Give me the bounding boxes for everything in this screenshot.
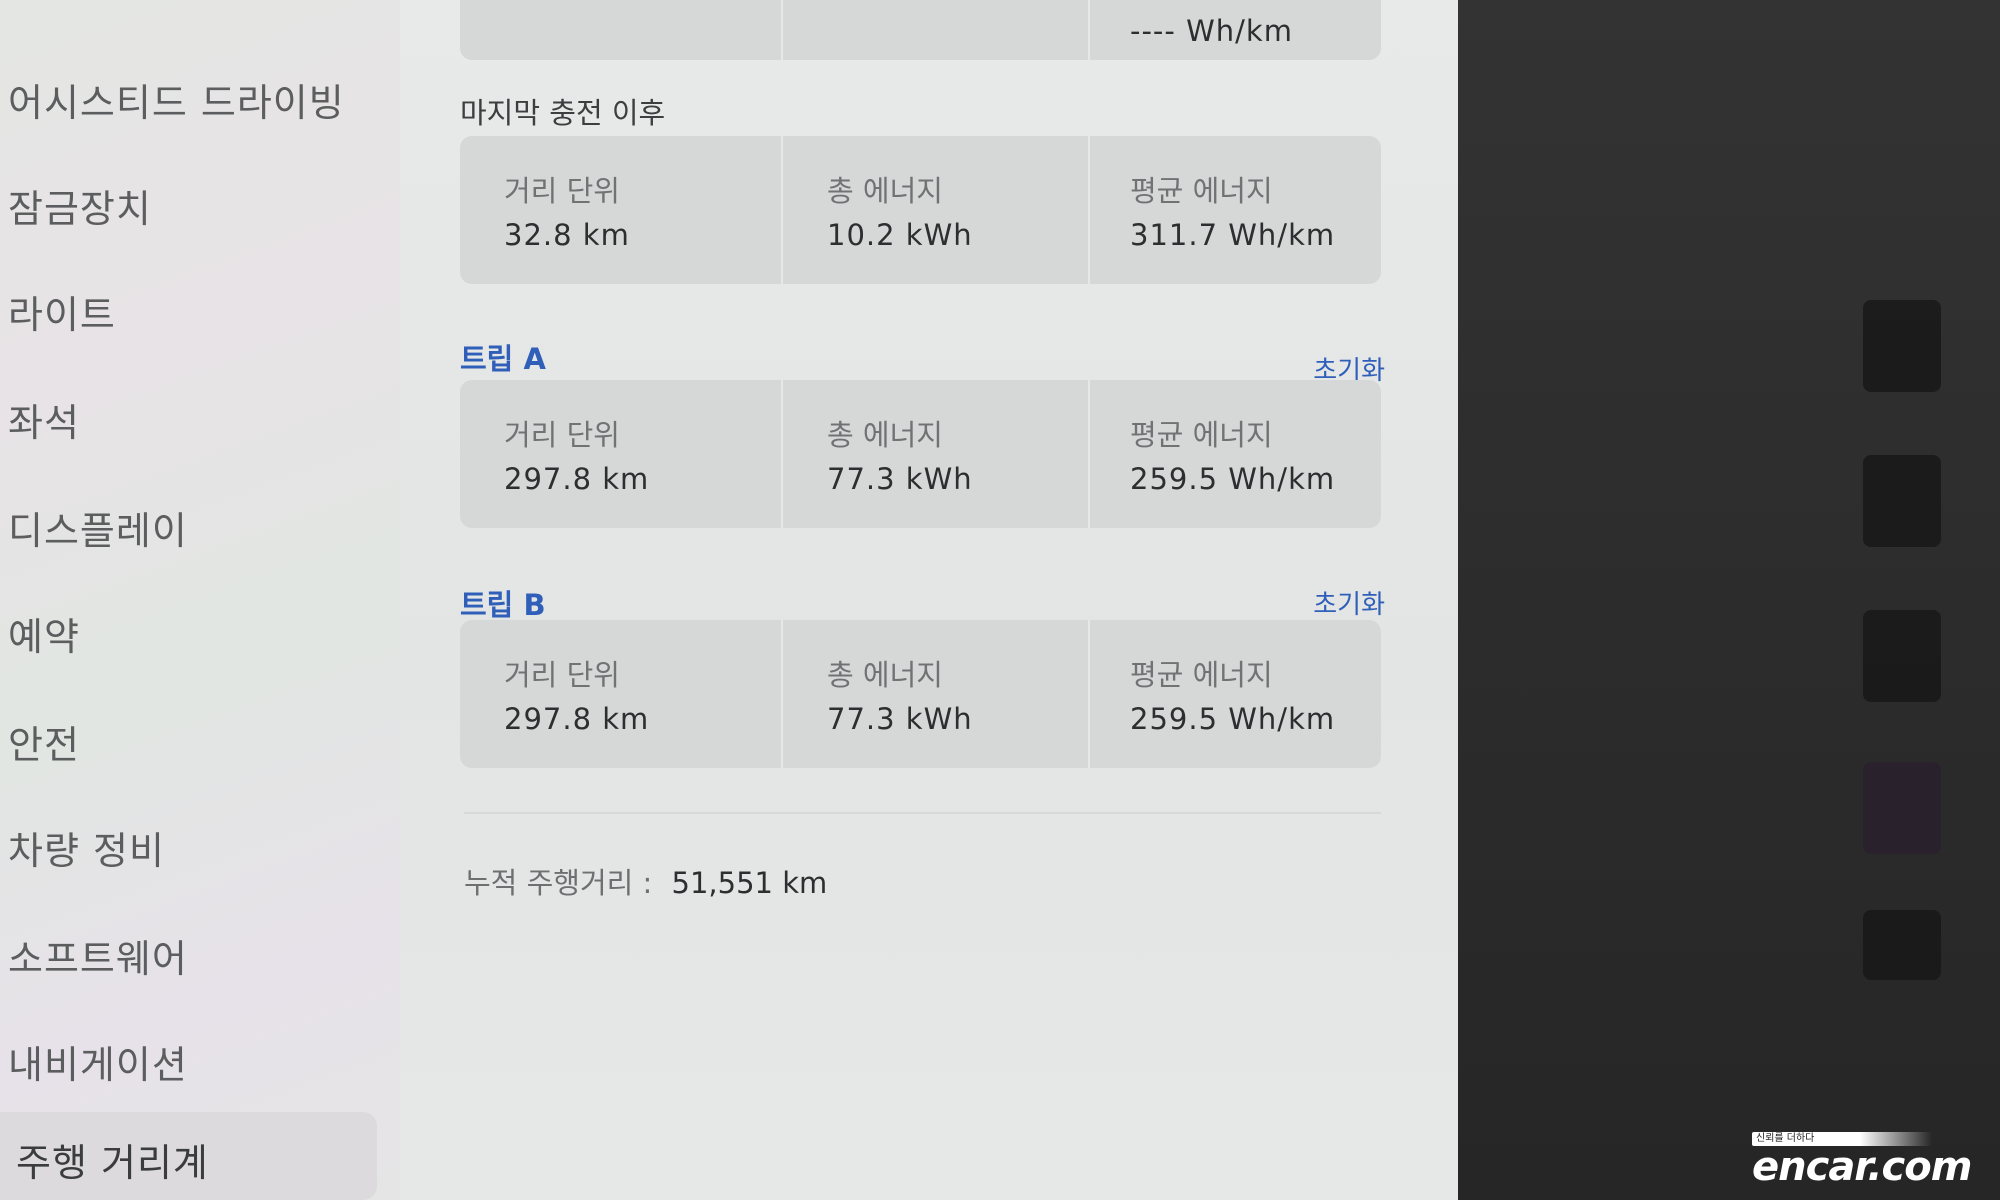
blurred-tile: [1863, 610, 1941, 702]
distance-cell: 거리 단위 32.8 km: [460, 136, 783, 284]
sidebar-item-label: 예약: [8, 615, 80, 659]
sidebar-item-seats[interactable]: 좌석: [8, 392, 80, 447]
energy-value: 77.3 kWh: [827, 702, 973, 736]
avg-energy-cell: 평균 에너지 259.5 Wh/km: [1090, 380, 1381, 528]
sidebar-item-label: 주행 거리계: [16, 1141, 209, 1185]
energy-label: 총 에너지: [827, 658, 943, 692]
sidebar-item-label: 라이트: [8, 293, 116, 337]
energy-label: 총 에너지: [827, 418, 943, 452]
encar-watermark: 신뢰를 더하다 encar.com: [1752, 1132, 1986, 1190]
blurred-tile: [1863, 762, 1941, 854]
energy-cell: 총 에너지 77.3 kWh: [783, 620, 1090, 768]
distance-cell: 거리 단위 297.8 km: [460, 380, 783, 528]
sidebar-item-label: 어시스티드 드라이빙: [8, 81, 345, 125]
odometer-total: 누적 주행거리 : 51,551 km: [464, 860, 827, 902]
avg-energy-value: 259.5 Wh/km: [1130, 462, 1336, 496]
energy-value: 77.3 kWh: [827, 462, 973, 496]
sidebar-item-software[interactable]: 소프트웨어: [8, 928, 188, 983]
stat-cell: [460, 0, 783, 60]
sidebar-item-label: 소프트웨어: [8, 937, 188, 981]
previous-stat-card: ---- Wh/km: [460, 0, 1381, 60]
distance-label: 거리 단위: [504, 418, 620, 452]
avg-energy-value: 311.7 Wh/km: [1130, 218, 1336, 252]
avg-energy-cell: 평균 에너지 259.5 Wh/km: [1090, 620, 1381, 768]
sidebar-item-navigation[interactable]: 내비게이션: [8, 1034, 188, 1089]
sidebar-item-odometer[interactable]: 주행 거리계: [0, 1112, 377, 1200]
avg-energy-label: 평균 에너지: [1130, 174, 1273, 208]
distance-value: 32.8 km: [504, 218, 630, 252]
odometer-panel: ---- Wh/km 마지막 충전 이후 거리 단위 32.8 km 총 에너지…: [460, 0, 1385, 1200]
blurred-tile: [1863, 300, 1941, 392]
blurred-tile: [1863, 910, 1941, 980]
sidebar-item-label: 디스플레이: [8, 509, 188, 553]
energy-value: 10.2 kWh: [827, 218, 973, 252]
distance-label: 거리 단위: [504, 658, 620, 692]
sidebar-item-label: 내비게이션: [8, 1043, 188, 1087]
divider: [464, 812, 1381, 814]
stat-cell: [783, 0, 1090, 60]
settings-sidebar: 어시스티드 드라이빙 잠금장치 라이트 좌석 디스플레이 예약 안전 차량 정비…: [0, 0, 400, 1200]
sidebar-item-display[interactable]: 디스플레이: [8, 500, 188, 555]
settings-screen: 어시스티드 드라이빙 잠금장치 라이트 좌석 디스플레이 예약 안전 차량 정비…: [0, 0, 1458, 1200]
sidebar-item-locks[interactable]: 잠금장치: [8, 178, 152, 233]
sidebar-item-label: 좌석: [8, 401, 80, 445]
sidebar-item-label: 안전: [8, 723, 80, 767]
sidebar-item-service[interactable]: 차량 정비: [8, 820, 165, 875]
stat-cell: ---- Wh/km: [1090, 0, 1381, 60]
distance-value: 297.8 km: [504, 462, 650, 496]
trip-b-card: 거리 단위 297.8 km 총 에너지 77.3 kWh 평균 에너지 259…: [460, 620, 1381, 768]
since-charge-card: 거리 단위 32.8 km 총 에너지 10.2 kWh 평균 에너지 311.…: [460, 136, 1381, 284]
dark-side-panel: 신뢰를 더하다 encar.com: [1458, 0, 2000, 1200]
trip-b-reset-button[interactable]: 초기화: [1313, 584, 1385, 621]
watermark-brand: encar.com: [1752, 1144, 1972, 1190]
energy-cell: 총 에너지 77.3 kWh: [783, 380, 1090, 528]
distance-cell: 거리 단위 297.8 km: [460, 620, 783, 768]
trip-a-title: 트립 A: [460, 342, 546, 376]
avg-energy-label: 평균 에너지: [1130, 418, 1273, 452]
avg-energy-value: ---- Wh/km: [1130, 14, 1293, 48]
sidebar-item-lights[interactable]: 라이트: [8, 284, 116, 339]
since-charge-title: 마지막 충전 이후: [460, 96, 666, 130]
avg-energy-cell: 평균 에너지 311.7 Wh/km: [1090, 136, 1381, 284]
sidebar-item-safety[interactable]: 안전: [8, 714, 80, 769]
odometer-label: 누적 주행거리 :: [464, 866, 653, 900]
avg-energy-value: 259.5 Wh/km: [1130, 702, 1336, 736]
distance-value: 297.8 km: [504, 702, 650, 736]
energy-cell: 총 에너지 10.2 kWh: [783, 136, 1090, 284]
trip-b-title: 트립 B: [460, 588, 546, 622]
avg-energy-label: 평균 에너지: [1130, 658, 1273, 692]
sidebar-item-label: 잠금장치: [8, 187, 152, 231]
odometer-value: 51,551 km: [671, 866, 828, 900]
trip-a-card: 거리 단위 297.8 km 총 에너지 77.3 kWh 평균 에너지 259…: [460, 380, 1381, 528]
sidebar-item-assisted-driving[interactable]: 어시스티드 드라이빙: [8, 72, 345, 127]
distance-label: 거리 단위: [504, 174, 620, 208]
sidebar-item-schedule[interactable]: 예약: [8, 606, 80, 661]
sidebar-item-label: 차량 정비: [8, 829, 165, 873]
blurred-tile: [1863, 455, 1941, 547]
energy-label: 총 에너지: [827, 174, 943, 208]
